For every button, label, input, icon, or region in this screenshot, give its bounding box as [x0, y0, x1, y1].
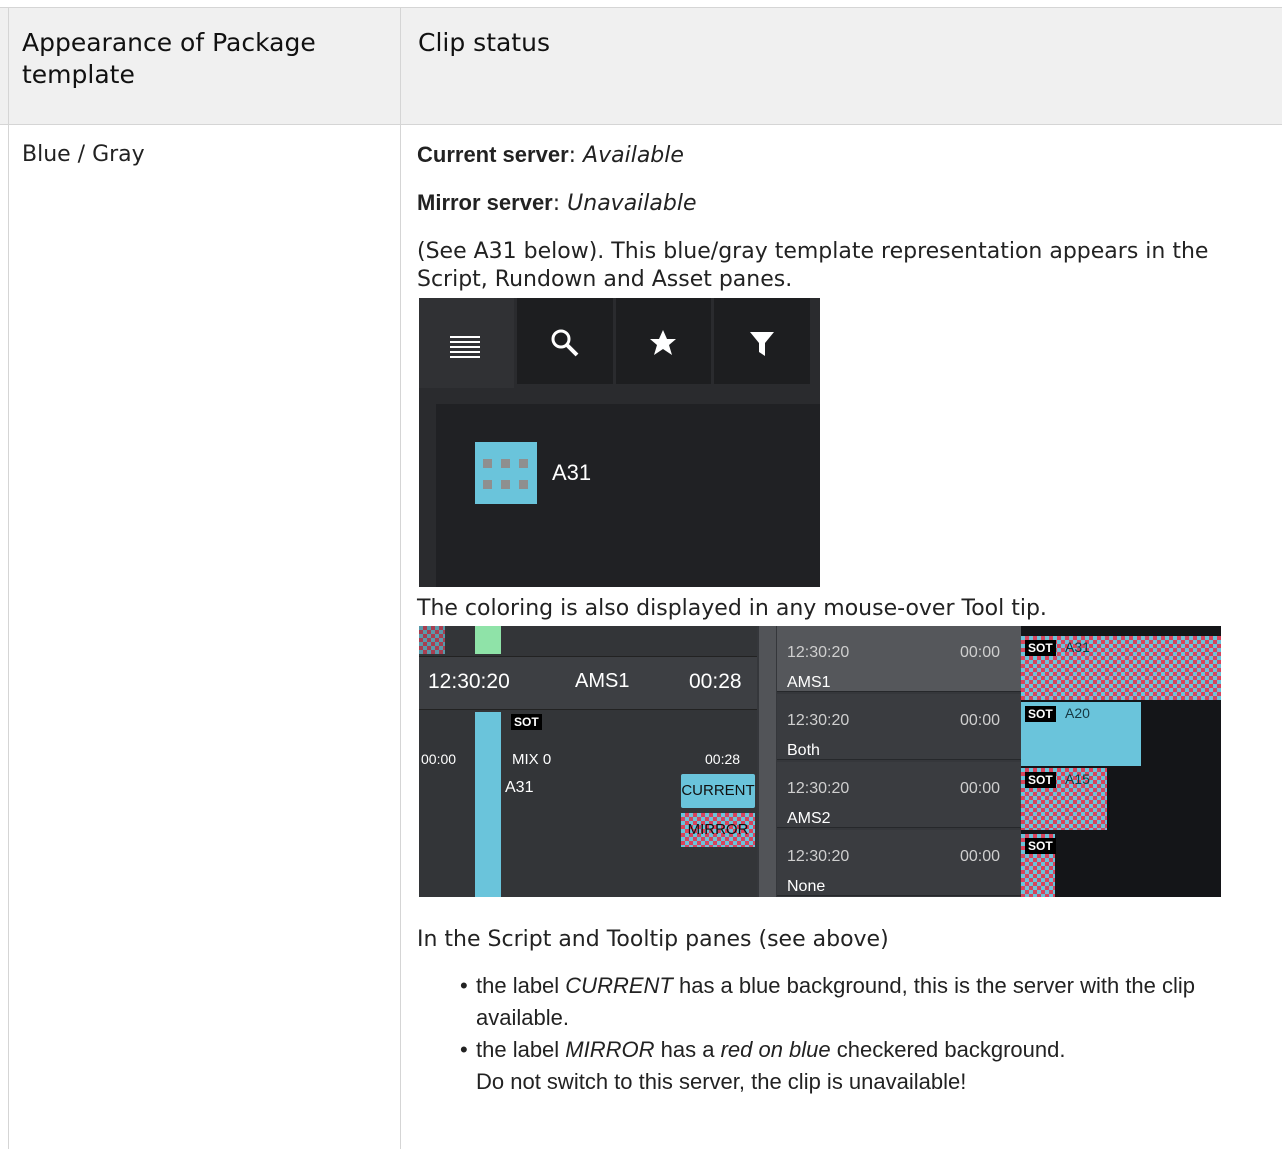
sot-badge: SOT — [1025, 772, 1056, 788]
sot-badge: SOT — [1025, 838, 1056, 854]
timeline-clip-label: A31 — [1065, 639, 1090, 655]
story-time: 12:30:20 — [428, 670, 510, 693]
appearance-value: Blue / Gray — [22, 142, 145, 167]
row-server: AMS1 — [787, 674, 831, 691]
clip-name: A31 — [505, 779, 534, 796]
tab-list[interactable] — [419, 298, 517, 388]
asset-clip-label[interactable]: A31 — [552, 460, 591, 486]
splitter[interactable] — [759, 626, 776, 897]
search-icon — [550, 328, 580, 363]
timeline-marker — [475, 626, 501, 654]
current-server-badge[interactable]: CURRENT — [681, 774, 755, 808]
tooltip-caption: The coloring is also displayed in any mo… — [417, 596, 1047, 621]
row-server: AMS2 — [787, 810, 831, 827]
bullet-mirror: • the label MIRROR has a red on blue che… — [460, 1037, 1066, 1094]
timeline-clip-label: A15 — [1065, 771, 1090, 787]
row-duration: 00:00 — [960, 780, 1001, 797]
current-server-line: Current server: Available — [417, 142, 684, 168]
tab-search[interactable] — [517, 298, 616, 384]
column-divider — [400, 7, 401, 1149]
mix-label: MIX 0 — [512, 751, 552, 768]
row-duration: 00:00 — [960, 848, 1001, 865]
mirror-server-badge[interactable]: MIRROR — [681, 813, 755, 847]
tab-filter[interactable] — [714, 298, 813, 384]
sot-badge: SOT — [1025, 640, 1056, 656]
row-time: 12:30:20 — [787, 644, 850, 661]
sot-badge: SOT — [511, 714, 542, 730]
table-left-border — [8, 7, 9, 1149]
header-clip-status: Clip status — [418, 28, 550, 57]
clip-bar — [475, 712, 501, 897]
tab-favorites[interactable] — [616, 298, 714, 384]
filter-icon — [749, 330, 775, 363]
current-server-value: Available — [583, 143, 684, 168]
timeline-clip-label: A20 — [1065, 705, 1090, 721]
story-server: AMS1 — [575, 670, 630, 692]
clip-template-icon — [475, 442, 537, 504]
list-icon — [450, 334, 480, 368]
mirror-server-line: Mirror server: Unavailable — [417, 190, 697, 216]
rundown-row[interactable]: 12:30:20 00:00 Both — [777, 694, 1022, 760]
row-duration: 00:00 — [960, 712, 1001, 729]
rundown-row[interactable]: 12:30:20 00:00 AMS1 — [777, 626, 1022, 692]
mirror-server-value: Unavailable — [567, 191, 697, 216]
clip-start-time: 00:00 — [421, 751, 457, 767]
current-server-label: Current server — [417, 142, 569, 167]
bullet-current: • the label CURRENT has a blue backgroun… — [460, 973, 1196, 1030]
sot-badge: SOT — [1025, 706, 1056, 722]
rundown-row[interactable]: 12:30:20 00:00 AMS2 — [777, 762, 1022, 828]
clip-end-time: 00:28 — [705, 751, 741, 767]
mirror-server-label: Mirror server — [417, 190, 553, 215]
header-appearance: Appearance of Package template — [22, 28, 316, 89]
rundown-row[interactable]: 12:30:20 00:00 None — [777, 830, 1022, 896]
see-a31-text: (See A31 below). This blue/gray template… — [417, 239, 1209, 292]
row-time: 12:30:20 — [787, 848, 850, 865]
asset-pane-screenshot: A31 — [419, 298, 820, 587]
row-time: 12:30:20 — [787, 780, 850, 797]
row-time: 12:30:20 — [787, 712, 850, 729]
row-server: None — [787, 878, 826, 895]
script-tooltip-screenshot: 12:30:20 AMS1 00:28 SOT 00:00 MIX 0 A31 … — [419, 626, 1221, 897]
row-server: Both — [787, 742, 820, 759]
star-icon — [648, 328, 678, 363]
script-note: In the Script and Tooltip panes (see abo… — [417, 927, 889, 952]
row-duration: 00:00 — [960, 644, 1001, 661]
story-duration: 00:28 — [689, 670, 742, 693]
clip-bar-checker — [419, 626, 445, 654]
